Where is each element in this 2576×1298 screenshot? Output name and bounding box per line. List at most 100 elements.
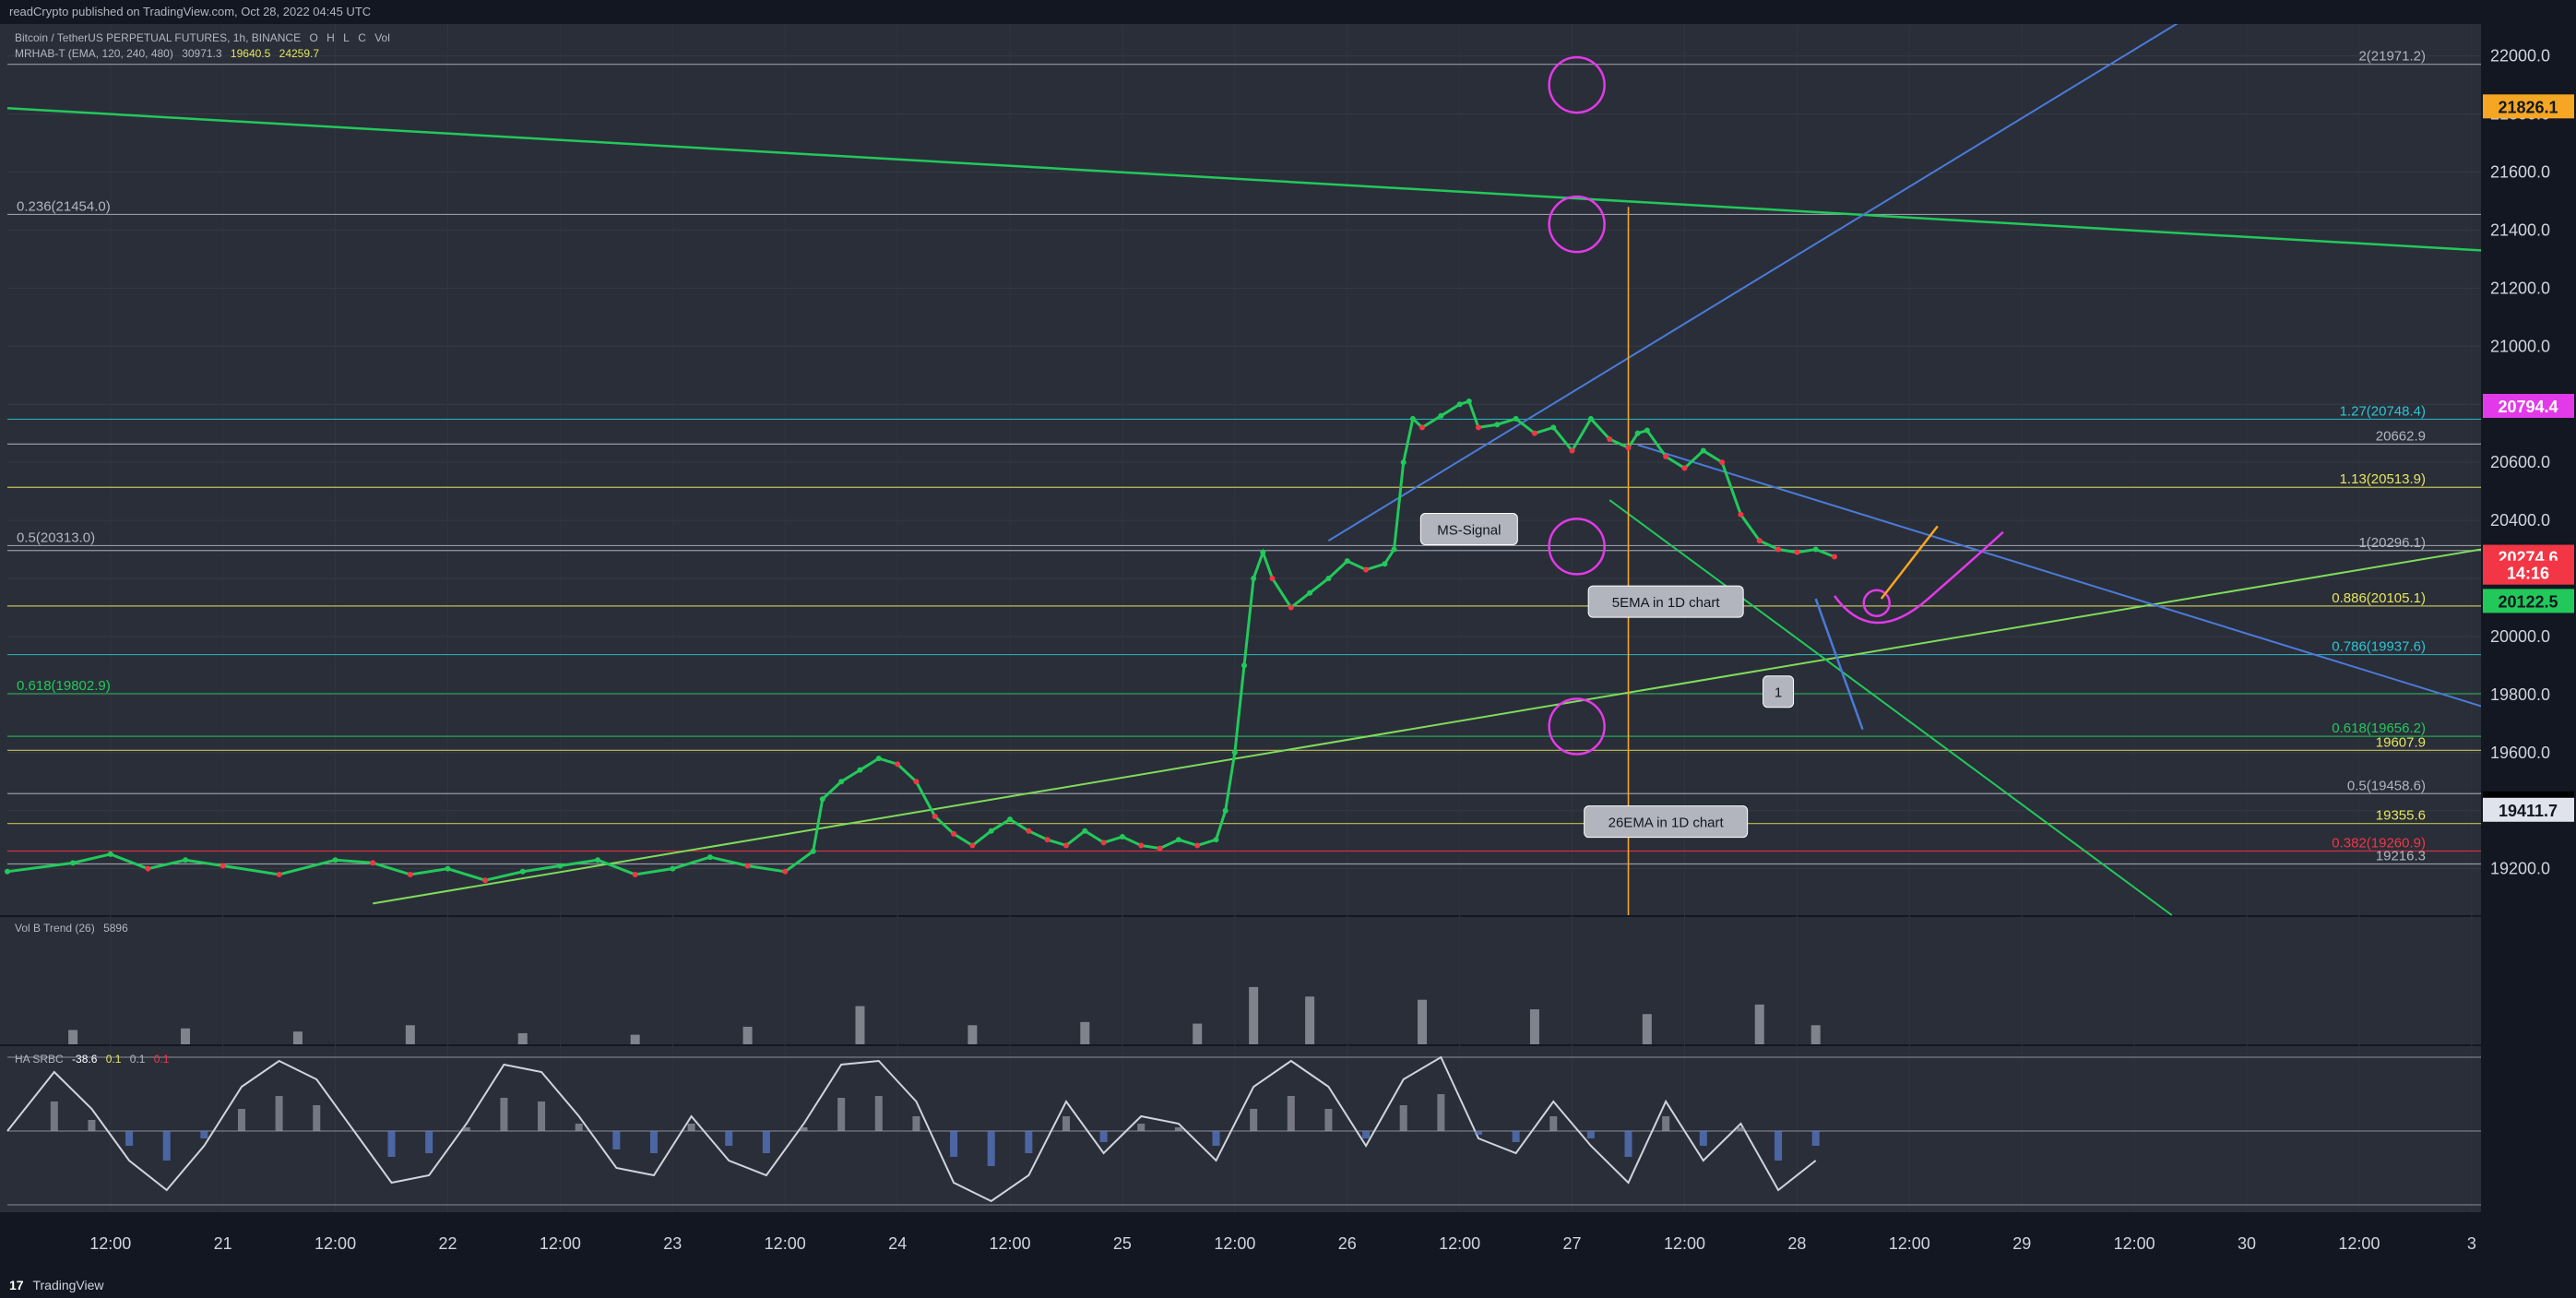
- oscillator-histogram-bar: [387, 1131, 396, 1157]
- symbol-title: Bitcoin / TetherUS PERPETUAL FUTURES, 1h…: [15, 31, 302, 44]
- oscillator-histogram-bar: [1549, 1116, 1558, 1131]
- brand-name: TradingView: [32, 1278, 104, 1292]
- price-point: [445, 865, 451, 872]
- price-axis[interactable]: 19200.019400.019600.019800.020000.020200…: [2481, 24, 2576, 1273]
- price-tick-label: 21400.0: [2490, 220, 2550, 239]
- price-point: [1138, 842, 1145, 849]
- time-tick-label: 26: [1338, 1234, 1357, 1253]
- oscillator-histogram-bar: [1586, 1131, 1595, 1138]
- level-label: 1.13(20513.9): [2340, 471, 2426, 487]
- level-label: 0.786(19937.6): [2332, 639, 2426, 655]
- level-label: 0.5(19458.6): [2347, 778, 2426, 793]
- indicator-value: 19640.5: [230, 47, 271, 60]
- price-point: [370, 860, 376, 866]
- price-point: [183, 857, 189, 863]
- price-point: [1044, 837, 1051, 843]
- price-point: [1391, 546, 1397, 553]
- price-point: [1456, 401, 1463, 408]
- oscillator-histogram-bar: [1775, 1131, 1783, 1161]
- oscillator-histogram-bar: [575, 1124, 583, 1131]
- volume-pane-bg: [0, 917, 2481, 1044]
- volume-pane-legend: Vol B Trend (26) 5896: [15, 922, 134, 935]
- price-point: [895, 761, 901, 768]
- price-point: [1466, 399, 1472, 405]
- oscillator-histogram-bar: [687, 1124, 695, 1131]
- indicator-name: MRHAB-T (EMA, 120, 240, 480): [15, 47, 173, 60]
- oscillator-histogram-bar: [874, 1096, 883, 1131]
- price-pane-bg: [0, 24, 2481, 915]
- price-point: [1062, 842, 1069, 849]
- level-label: 1(20296.1): [2358, 535, 2426, 551]
- oscillator-histogram-bar: [649, 1131, 658, 1153]
- oscillator-histogram-bar: [1699, 1131, 1707, 1146]
- price-point: [857, 767, 863, 773]
- oscillator-pane-title: HA SRBC: [15, 1053, 64, 1066]
- price-point: [1475, 424, 1481, 431]
- indicator-value: 30971.3: [182, 47, 222, 60]
- price-point: [1775, 546, 1782, 553]
- oscillator-histogram-bar: [950, 1131, 958, 1157]
- price-point: [1400, 459, 1407, 466]
- oscillator-histogram-bar: [800, 1127, 808, 1131]
- chart[interactable]: 2(21971.2) 0.236(21454.0) 1.27(20748.4) 206…: [0, 24, 2576, 1273]
- price-point: [1607, 435, 1613, 442]
- time-tick-label: 12:00: [2114, 1234, 2155, 1253]
- time-tick-label: 12:00: [89, 1234, 131, 1253]
- price-point: [1738, 511, 1744, 518]
- indicator-legend: MRHAB-T (EMA, 120, 240, 480) 30971.3 196…: [15, 47, 325, 60]
- price-point: [1382, 561, 1388, 567]
- price-point: [1325, 575, 1332, 581]
- volume-bar: [1305, 996, 1315, 1044]
- price-point: [1531, 430, 1537, 436]
- price-point: [810, 848, 816, 854]
- price-point: [1569, 447, 1575, 454]
- oscillator-histogram-bar: [462, 1127, 470, 1131]
- volume-bar: [1193, 1023, 1203, 1044]
- time-tick-label: 12:00: [1214, 1234, 1255, 1253]
- price-tick-label: 19200.0: [2490, 860, 2550, 878]
- price-tag-label: 20794.4: [2498, 398, 2558, 416]
- price-point: [782, 868, 789, 875]
- price-point: [70, 860, 77, 866]
- oscillator-value: -38.6: [72, 1053, 98, 1066]
- volume-bar: [742, 1027, 753, 1044]
- price-point: [1663, 453, 1669, 459]
- price-point: [1625, 445, 1632, 451]
- price-tick-label: 21000.0: [2490, 337, 2550, 355]
- oscillator-histogram-bar: [162, 1131, 171, 1161]
- oscillator-histogram-bar: [425, 1131, 433, 1153]
- oscillator-pane-legend: HA SRBC -38.6 0.1 0.1 0.1: [15, 1053, 174, 1066]
- oscillator-histogram-bar: [1174, 1127, 1182, 1131]
- oscillator-histogram-bar: [1662, 1116, 1670, 1131]
- oscillator-value: 0.1: [129, 1053, 146, 1066]
- price-axis-bg: [2481, 24, 2576, 1273]
- level-label: 1.27(20748.4): [2340, 403, 2426, 419]
- price-point: [407, 871, 413, 877]
- price-point: [1194, 842, 1201, 849]
- time-axis[interactable]: 12:00 21 12:00 22 12:00 23 12:00 24 12:00 25 12:00…: [89, 1234, 2476, 1253]
- price-point: [969, 842, 976, 849]
- oscillator-histogram-bar: [1737, 1127, 1745, 1131]
- price-point: [1260, 549, 1266, 555]
- price-point: [1409, 415, 1416, 422]
- price-tag-label: 21826.1: [2498, 98, 2558, 116]
- oscillator-histogram-bar: [1099, 1131, 1108, 1142]
- time-tick-label: 12:00: [540, 1234, 581, 1253]
- price-point: [1812, 546, 1819, 553]
- ohlc-low-label: L: [343, 31, 350, 44]
- oscillator-histogram-bar: [1250, 1109, 1258, 1131]
- oscillator-histogram-bar: [88, 1120, 96, 1131]
- price-point: [107, 851, 113, 857]
- volume-pane-value: 5896: [103, 922, 128, 935]
- oscillator-histogram-bar: [725, 1131, 733, 1146]
- time-tick-label: 12:00: [989, 1234, 1030, 1253]
- oscillator-histogram-bar: [987, 1131, 995, 1166]
- tradingview-logo-icon: 17: [9, 1278, 24, 1292]
- price-point: [1550, 424, 1557, 431]
- oscillator-histogram-bar: [1474, 1131, 1482, 1135]
- price-point: [1026, 828, 1032, 834]
- oscillator-histogram-bar: [1025, 1131, 1033, 1153]
- annotation-text: 26EMA in 1D chart: [1609, 816, 1725, 831]
- price-point: [1175, 837, 1181, 843]
- price-point: [670, 865, 676, 872]
